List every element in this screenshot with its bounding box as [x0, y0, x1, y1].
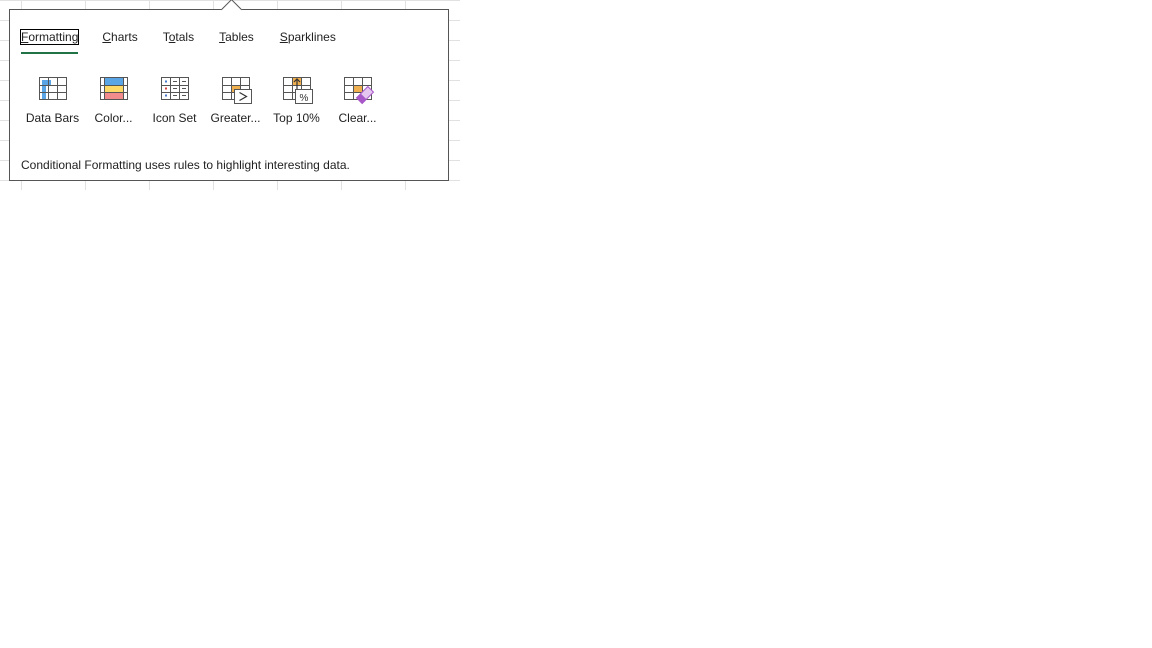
tab-label: Tables: [219, 30, 254, 44]
data-bars-button[interactable]: Data Bars: [22, 76, 83, 125]
clear-format-button[interactable]: Clear...: [327, 76, 388, 125]
tab-totals[interactable]: Totals: [163, 28, 194, 50]
greater-than-button[interactable]: Greater...: [205, 76, 266, 125]
tab-tables[interactable]: Tables: [219, 28, 254, 50]
data-bars-label: Data Bars: [25, 111, 80, 125]
top-ten-percent-button[interactable]: % Top 10%: [266, 76, 327, 125]
greater-than-icon: [221, 77, 252, 104]
top-ten-percent-icon: %: [282, 77, 313, 104]
color-scale-label: Color...: [94, 111, 133, 125]
tab-charts[interactable]: Charts: [102, 28, 137, 50]
quick-analysis-tabs: Formatting Charts Totals Tables Sparklin…: [19, 28, 336, 54]
icon-set-button[interactable]: Icon Set: [144, 76, 205, 125]
icon-set-icon: [160, 77, 189, 100]
icon-set-label: Icon Set: [152, 111, 197, 125]
color-scale-button[interactable]: Color...: [83, 76, 144, 125]
tab-description: Conditional Formatting uses rules to hig…: [21, 158, 350, 172]
clear-format-icon: [343, 77, 374, 105]
formatting-tools: Data Bars Color... Icon Set Greater... %…: [22, 76, 388, 125]
tab-label: Charts: [102, 30, 138, 44]
tab-label: Totals: [162, 30, 195, 44]
tab-label: Formatting: [19, 29, 80, 45]
top-ten-percent-label: Top 10%: [273, 111, 320, 125]
color-scale-icon: [99, 77, 128, 100]
svg-text:%: %: [299, 93, 308, 104]
tab-label: Sparklines: [279, 30, 336, 44]
tab-formatting[interactable]: Formatting: [19, 28, 80, 54]
data-bars-icon: [38, 77, 67, 100]
greater-than-label: Greater...: [210, 111, 261, 125]
tab-sparklines[interactable]: Sparklines: [280, 28, 336, 50]
clear-format-label: Clear...: [338, 111, 377, 125]
quick-analysis-popup: Formatting Charts Totals Tables Sparklin…: [9, 0, 449, 181]
